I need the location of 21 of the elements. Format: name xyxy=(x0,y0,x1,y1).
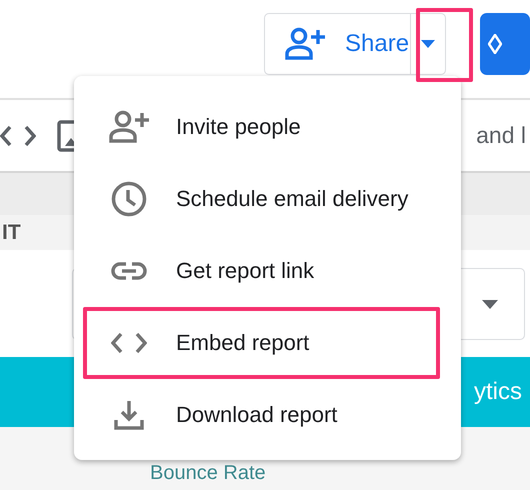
diamond-icon xyxy=(488,34,502,54)
clock-icon xyxy=(110,181,146,217)
menu-item[interactable]: Invite people xyxy=(83,91,440,163)
banner-title: ytics xyxy=(474,378,522,406)
menu-item[interactable]: Schedule email delivery xyxy=(83,163,440,235)
code-icon xyxy=(110,332,146,354)
link-icon xyxy=(110,261,146,281)
person-add-icon xyxy=(285,27,325,61)
menu-item[interactable]: Embed report xyxy=(83,307,440,379)
section-label: IT xyxy=(2,220,21,244)
caret-icon xyxy=(482,300,498,308)
download-icon xyxy=(114,400,144,430)
edit-button[interactable] xyxy=(480,13,530,75)
menu-item[interactable]: Download report xyxy=(83,379,440,451)
toolbar-text: and l xyxy=(476,122,526,149)
menu-item[interactable]: Get report link xyxy=(83,235,440,307)
code-icon[interactable] xyxy=(0,124,36,146)
share-button[interactable]: Share xyxy=(265,14,411,74)
caret-icon xyxy=(421,40,435,48)
scorecard-label: Bounce Rate xyxy=(150,462,266,484)
person-add-icon xyxy=(108,110,148,144)
